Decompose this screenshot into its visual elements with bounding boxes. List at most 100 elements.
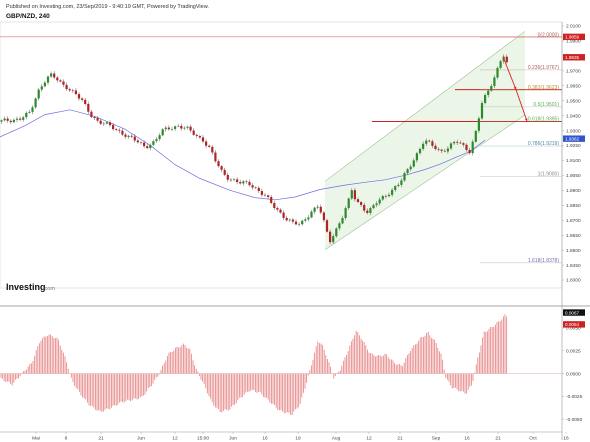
candle-body [338,223,341,229]
candle-body [431,141,434,146]
time-tick-label: 21 [495,436,501,442]
candle-body [53,73,56,78]
time-tick-label: 16 [563,436,569,442]
candle-body [56,77,59,81]
candle-body [316,206,319,208]
candle-body [158,135,161,140]
candle-body [350,190,353,199]
candle-body [226,174,229,180]
candle-body [50,73,53,77]
candle-body [105,122,108,124]
time-tick-label: Aug [332,436,341,442]
chart-canvas: Published on Investing.com, 23/Sep/2019 … [0,0,590,442]
price-tick-label: 1.9050 [566,173,581,179]
time-tick-label: Oct [529,436,537,442]
candle-body [19,118,22,120]
candle-body [412,160,415,167]
candle-body [279,209,282,213]
candle-body [192,130,195,135]
candle-body [149,145,152,149]
time-tick-label: 15:00 [197,436,209,442]
candle-body [406,169,409,174]
candle-body [291,219,294,222]
candle [474,130,477,143]
candle-body [437,149,440,150]
candle-body [232,179,236,180]
time-tick-label: Mai [32,436,40,442]
candle-body [499,61,502,68]
time-tick-label: 8 [65,436,68,442]
candle-body [146,146,149,149]
candle-body [425,140,428,144]
candle-body [434,145,437,149]
candle-body [341,218,344,224]
chart-screenshot: Published on Investing.com, 23/Sep/2019 … [0,0,590,442]
candle-body [99,120,102,124]
candle-body [446,148,449,152]
price-tick-label: 1.8300 [566,278,581,284]
candle-body [34,98,37,108]
candle-body [84,99,87,104]
candle-body [93,117,96,118]
candle-body [77,94,81,99]
symbol-title: GBP/NZD, 240 [6,13,50,20]
candle-body [68,89,71,91]
candle-body [121,130,124,135]
candle-body [180,125,183,129]
candle-body [167,127,170,130]
candle-body [440,149,443,151]
candle-body [493,77,496,86]
candle-body [127,135,130,137]
candle-body [263,194,267,196]
candle-body [487,90,490,95]
price-tick-label: 1.8850 [566,203,581,209]
candle-body [152,141,155,145]
candle-body [87,104,90,112]
candle-body [174,126,177,129]
candle-body [369,208,372,213]
candle-body [136,140,139,143]
candle-body [183,127,186,129]
price-tick-label: 1.9450 [566,113,581,119]
osc-tick-label: -0.0025 [566,394,583,400]
candle-body [356,199,360,202]
time-tick-label: Jun [229,436,237,442]
time-tick-label: 16 [464,436,470,442]
candle-body [282,212,285,218]
candle-body [46,76,50,83]
candle-body [415,153,418,161]
candle-body [322,212,325,221]
candle-body [242,181,245,184]
candle-body [477,118,480,131]
candle-body [189,126,192,131]
candle-body [6,118,9,121]
candle-body [353,190,356,200]
candle-body [251,185,254,188]
candle-body [81,98,84,100]
candle-body [164,127,167,130]
candle-body [378,199,381,204]
candle-body [248,181,251,186]
candle-body [465,144,468,150]
price-tag-label-0: 1.9859 [565,35,579,40]
candle-body [239,182,242,184]
candle-body [108,122,112,126]
candle-body [276,208,279,210]
candle-body [217,161,220,167]
candle-body [208,145,211,147]
fib-label-0: 0(2.0000) [538,33,560,39]
candle-body [155,139,158,142]
candle-body [347,198,350,208]
candle-body [267,195,270,197]
candle-body [285,218,288,221]
price-tick-label: 1.8700 [566,218,581,224]
candle-body [223,169,226,175]
candle-body [9,120,12,123]
candle-body [124,134,127,137]
candle-body [313,207,316,212]
candle-body [418,148,422,154]
candle-body [363,204,366,211]
candle-body [273,203,276,208]
candle-body [468,150,471,154]
price-tick-label: 1.8500 [566,248,581,254]
